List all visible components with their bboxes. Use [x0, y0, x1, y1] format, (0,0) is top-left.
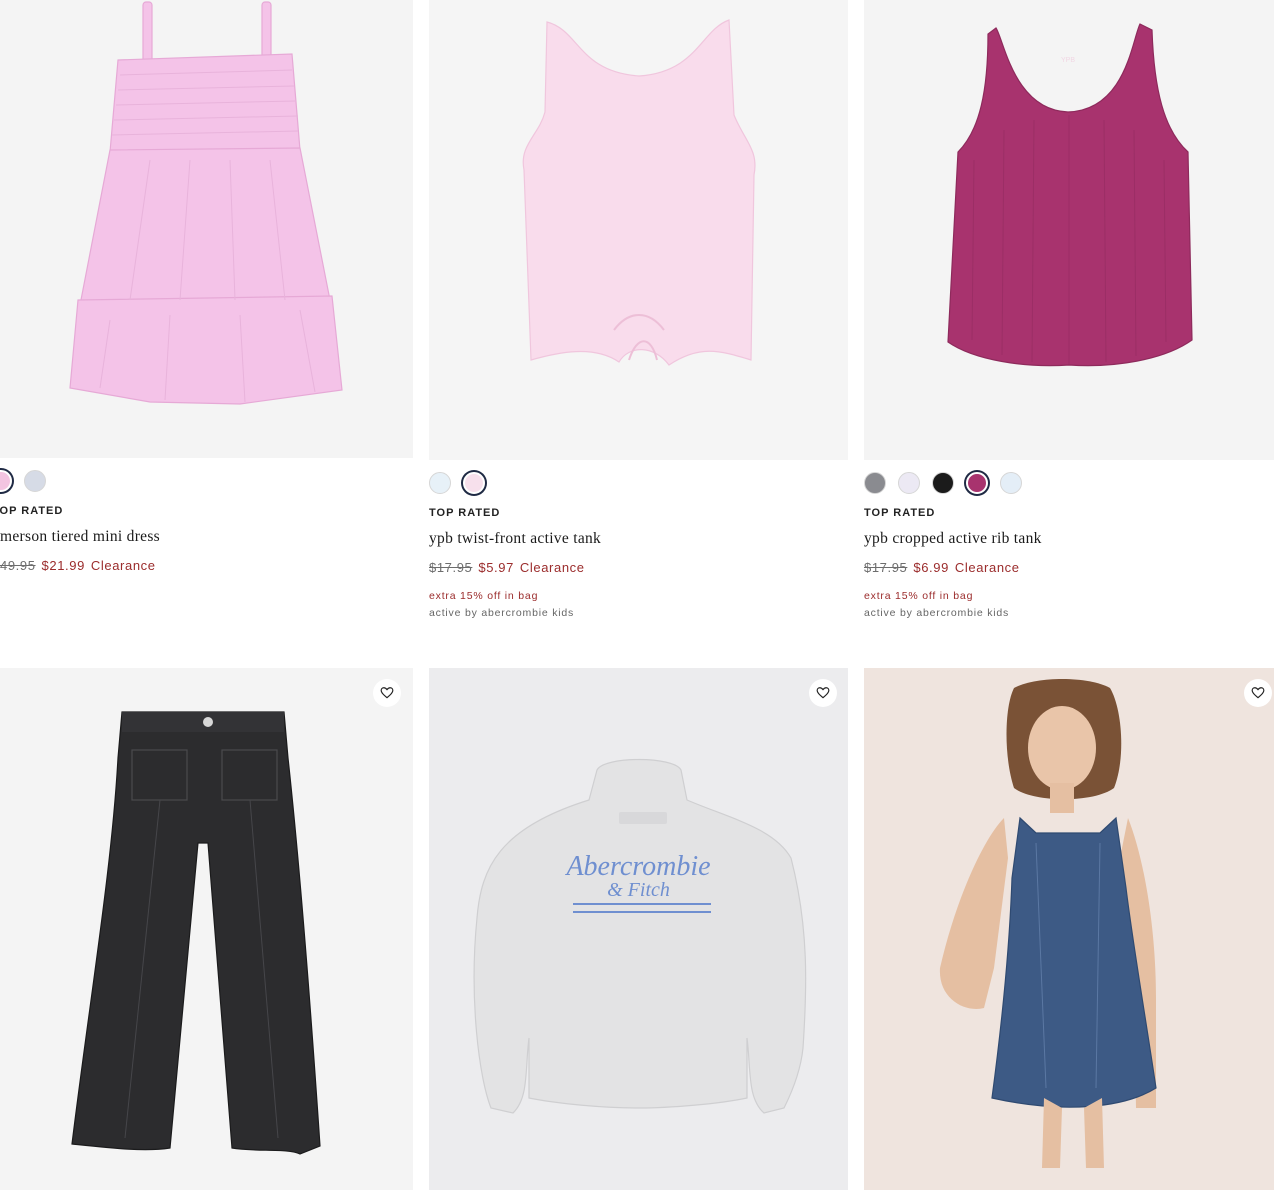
clearance-label: Clearance [954, 560, 1020, 575]
original-price: $17.95 [429, 560, 473, 575]
price-row: $17.95 $6.99 Clearance [864, 560, 1020, 575]
clearance-label: Clearance [519, 560, 585, 575]
product-image-magenta-tank[interactable]: YPB [864, 0, 1274, 460]
heart-icon [1251, 687, 1265, 699]
color-swatches [864, 472, 1022, 494]
clearance-label: Clearance [90, 558, 156, 573]
color-swatches [429, 472, 485, 494]
product-card-flare-jeans[interactable] [0, 668, 413, 1190]
product-card-logo-sweatshirt[interactable]: Abercrombie & Fitch [429, 668, 848, 1190]
swatch-light-blue[interactable] [24, 470, 46, 492]
swatch-light-blue[interactable] [429, 472, 451, 494]
brand-text: active by abercrombie kids [864, 607, 1010, 619]
top-rated-badge: TOP RATED [864, 507, 936, 519]
swatch-grey[interactable] [864, 472, 886, 494]
swatch-lavender[interactable] [898, 472, 920, 494]
brand-text: active by abercrombie kids [429, 607, 575, 619]
promo-text: extra 15% off in bag [429, 590, 539, 602]
color-swatches [0, 470, 46, 492]
favorite-button[interactable] [809, 679, 837, 707]
swatch-ice-blue[interactable] [1000, 472, 1022, 494]
sale-price: $5.97 [478, 560, 514, 575]
heart-icon [380, 687, 394, 699]
product-card-cropped-rib-tank[interactable]: YPB TOP RATED ypb cropped active rib tan… [864, 0, 1274, 640]
product-card-denim-dress[interactable] [864, 668, 1274, 1190]
swatch-light-pink[interactable] [463, 472, 485, 494]
original-price: $17.95 [864, 560, 908, 575]
top-rated-badge: TOP RATED [429, 507, 501, 519]
product-name[interactable]: merson tiered mini dress [0, 528, 160, 546]
sale-price: $6.99 [913, 560, 949, 575]
heart-icon [816, 687, 830, 699]
product-name[interactable]: ypb twist-front active tank [429, 530, 601, 548]
promo-text: extra 15% off in bag [864, 590, 974, 602]
product-image-pink-tank[interactable] [429, 0, 848, 460]
price-row: 49.95 $21.99 Clearance [0, 558, 156, 573]
product-image-pink-dress[interactable] [0, 0, 413, 458]
product-card-tiered-mini-dress[interactable]: TOP RATED merson tiered mini dress 49.95… [0, 0, 413, 640]
swatch-magenta[interactable] [966, 472, 988, 494]
product-image-black-flare-jeans[interactable] [0, 668, 413, 1190]
favorite-button[interactable] [373, 679, 401, 707]
product-name[interactable]: ypb cropped active rib tank [864, 530, 1042, 548]
product-image-denim-dress-model[interactable] [864, 668, 1274, 1190]
price-row: $17.95 $5.97 Clearance [429, 560, 585, 575]
original-price: 49.95 [0, 558, 36, 573]
swatch-black[interactable] [932, 472, 954, 494]
product-card-twist-front-tank[interactable]: TOP RATED ypb twist-front active tank $1… [429, 0, 848, 640]
top-rated-badge: TOP RATED [0, 505, 64, 517]
sweatshirt-print-line-2: & Fitch [607, 879, 670, 901]
swatch-pink[interactable] [0, 470, 12, 492]
product-image-grey-sweatshirt[interactable]: Abercrombie & Fitch [429, 668, 848, 1190]
favorite-button[interactable] [1244, 679, 1272, 707]
sale-price: $21.99 [41, 558, 85, 573]
svg-text:YPB: YPB [1061, 57, 1075, 64]
